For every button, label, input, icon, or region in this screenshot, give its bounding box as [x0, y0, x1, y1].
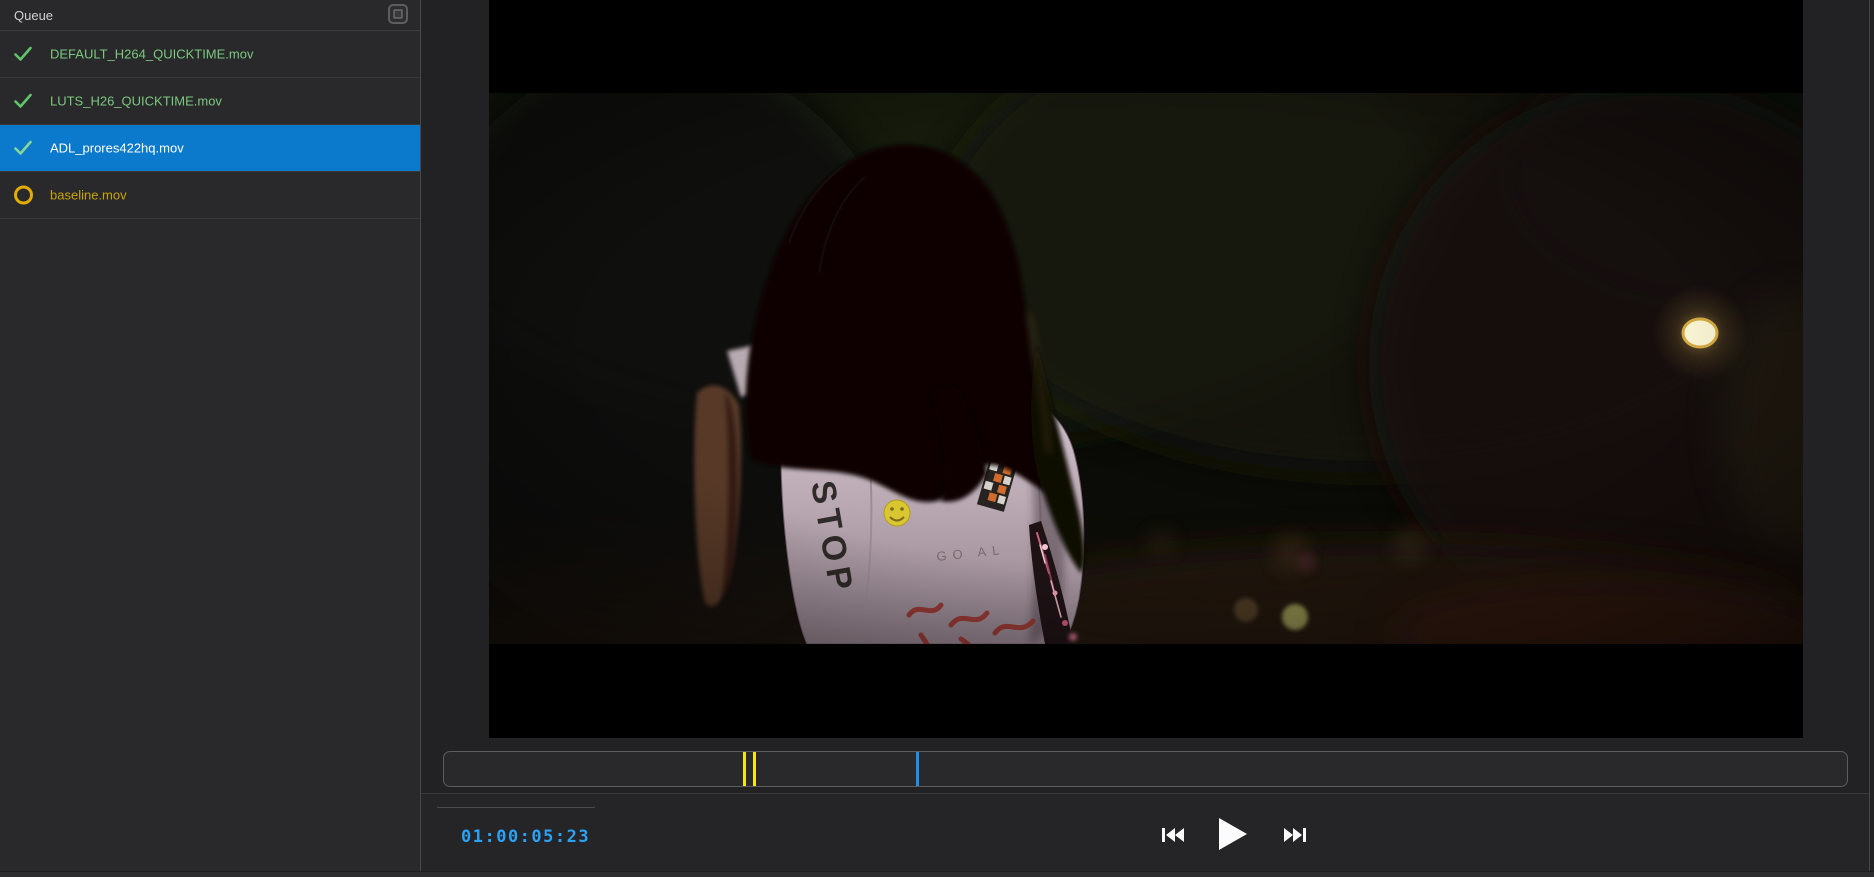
transport-bar: 01:00:05:23: [421, 793, 1869, 871]
check-icon: [14, 94, 32, 109]
timeline-playhead[interactable]: [916, 752, 919, 786]
queue-item-baseline[interactable]: baseline.mov: [0, 172, 420, 219]
video-frame: NIKE STOP: [489, 93, 1803, 644]
skip-back-icon[interactable]: [1162, 828, 1184, 842]
queue-item-label: ADL_prores422hq.mov: [50, 141, 184, 156]
timeline-cue-marker[interactable]: [743, 752, 746, 786]
queue-item-adl-prores-selected[interactable]: ADL_prores422hq.mov: [0, 125, 420, 172]
queue-item-label: LUTS_H26_QUICKTIME.mov: [50, 94, 222, 109]
pending-circle-icon: [14, 186, 33, 205]
panel-icon-inner-square: [394, 10, 403, 19]
timecode-display: 01:00:05:23: [461, 827, 590, 847]
transport-separator: [437, 807, 595, 808]
window-bottom-strip: [0, 871, 1874, 877]
queue-item-luts-h26[interactable]: LUTS_H26_QUICKTIME.mov: [0, 78, 420, 125]
queue-item-label: baseline.mov: [50, 188, 127, 203]
video-player-letterbox: NIKE STOP: [489, 0, 1803, 738]
queue-panel: Queue DEFAULT_H264_QUICKTIME.mov LUTS_H2…: [0, 0, 420, 871]
queue-item-label: DEFAULT_H264_QUICKTIME.mov: [50, 47, 253, 62]
media-review-window: Queue DEFAULT_H264_QUICKTIME.mov LUTS_H2…: [0, 0, 1874, 877]
check-icon: [14, 141, 32, 156]
skip-forward-icon[interactable]: [1284, 828, 1306, 842]
timeline-scrubber[interactable]: [443, 751, 1848, 787]
timeline-cue-marker[interactable]: [753, 752, 756, 786]
play-icon[interactable]: [1219, 818, 1247, 850]
queue-item-default-h264[interactable]: DEFAULT_H264_QUICKTIME.mov: [0, 31, 420, 78]
queue-header: Queue: [0, 0, 420, 31]
queue-title: Queue: [14, 8, 53, 23]
check-icon: [14, 47, 32, 62]
right-pane-border: [1869, 0, 1870, 871]
sidebar-divider: [420, 0, 421, 871]
panel-icon[interactable]: [388, 4, 408, 24]
